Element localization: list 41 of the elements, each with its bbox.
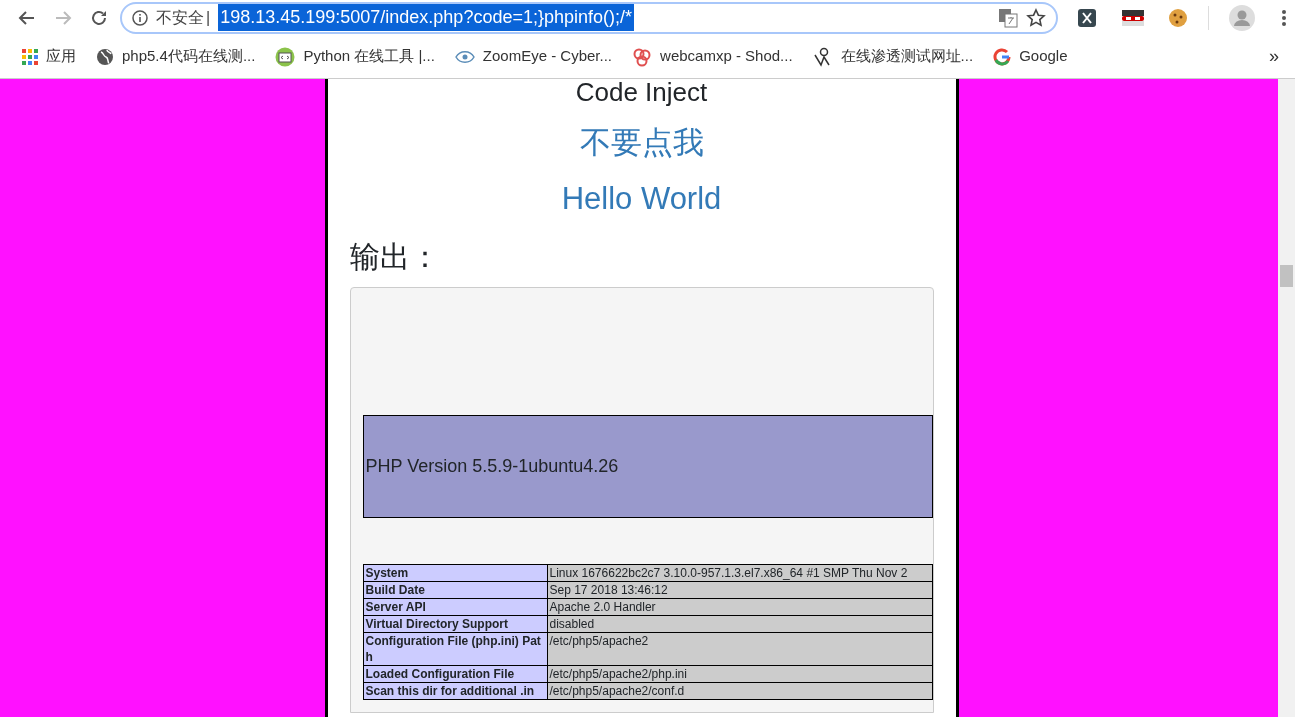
scrollbar[interactable] <box>1278 79 1295 717</box>
reload-icon <box>90 8 108 27</box>
globe-icon <box>96 47 114 66</box>
info-label: Configuration File (php.ini) Path <box>363 632 547 666</box>
page-link[interactable]: 不要点我 <box>349 125 934 161</box>
menu-icon[interactable] <box>1281 8 1287 27</box>
page-link[interactable]: Hello World <box>349 181 934 217</box>
figure-icon <box>812 46 833 67</box>
info-value: Linux 1676622bc2c7 3.10.0-957.1.3.el7.x86_64 #1 SMP Thu Nov 2 <box>547 564 932 582</box>
info-label: System <box>363 564 547 582</box>
bookmark[interactable]: Python 在线工具 |... <box>275 45 435 68</box>
bookmark[interactable]: 应用 <box>22 45 76 68</box>
cookie-icon[interactable] <box>1168 7 1188 28</box>
extension-icon[interactable] <box>1078 8 1096 27</box>
page-title: Code Inject <box>574 79 709 105</box>
php-version: PHP Version 5.5.9-1ubuntu4.26 <box>365 455 619 478</box>
back-arrow-icon <box>18 8 36 27</box>
bookmark[interactable]: ZoomEye - Cyber... <box>454 45 613 68</box>
output-heading: 输出： <box>349 239 441 275</box>
separator: | <box>206 7 211 28</box>
url-text: 198.13.45.199:5007/index.php?code=1;}phpinfo();/* <box>218 4 634 31</box>
scroll-thumb[interactable] <box>1280 265 1293 287</box>
more-bookmarks-button[interactable]: » <box>1269 43 1279 70</box>
google-icon <box>993 47 1012 66</box>
code-icon <box>275 46 296 67</box>
info-icon[interactable] <box>132 9 148 26</box>
eye-icon <box>454 49 475 64</box>
bookmark[interactable]: webcamxp - Shod... <box>632 45 793 68</box>
apps-icon <box>22 48 38 65</box>
info-value: /etc/php5/apache2 <box>547 632 932 666</box>
address-bar[interactable]: 不安全| 198.13.45.199:5007/index.php?code=1;}phpinfo();/* <box>120 1 1058 34</box>
forward-arrow-icon <box>54 8 72 27</box>
rings-icon <box>632 46 653 67</box>
bookmark[interactable]: 在线渗透测试网址... <box>812 45 974 68</box>
bookmark[interactable]: php5.4代码在线测... <box>96 45 256 68</box>
avatar-icon[interactable] <box>1229 4 1255 31</box>
translate-icon[interactable] <box>998 7 1018 28</box>
mask-icon[interactable] <box>1122 9 1144 26</box>
bookmark[interactable]: Google <box>993 45 1068 68</box>
star-icon[interactable] <box>1026 7 1046 28</box>
security-label: 不安全 <box>156 7 204 28</box>
